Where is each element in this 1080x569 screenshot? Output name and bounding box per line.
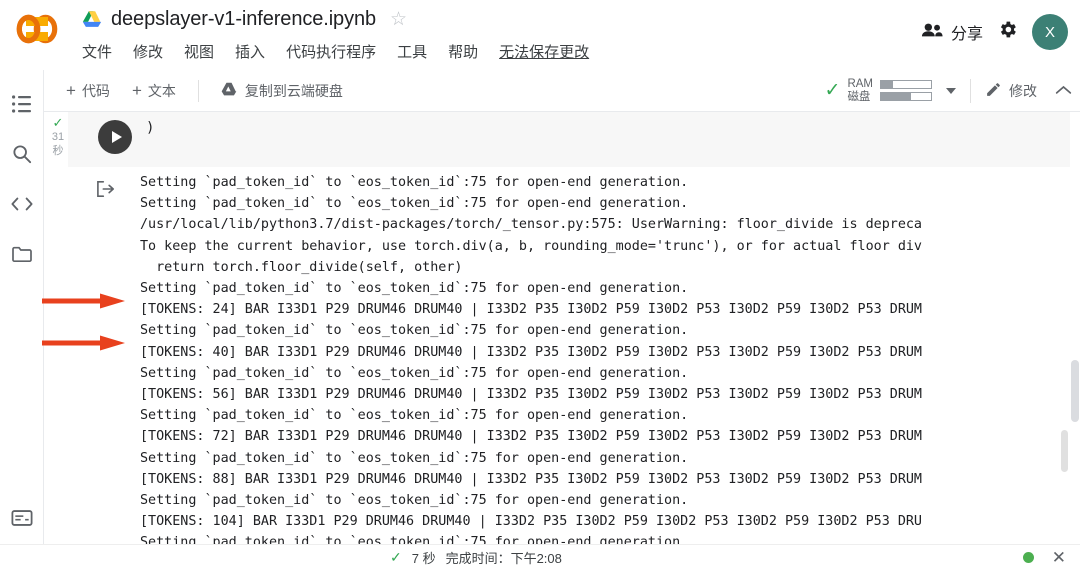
- cell-output: Setting `pad_token_id` to `eos_token_id`…: [68, 170, 1080, 549]
- play-icon: [111, 131, 122, 143]
- add-code-cell-button[interactable]: + 代码: [66, 81, 110, 101]
- chevron-up-icon[interactable]: [1055, 82, 1072, 99]
- left-sidebar: [0, 70, 44, 569]
- code-snippets-icon[interactable]: [10, 192, 34, 216]
- execution-summary: ✓ 7 秒 完成时间：下午2:08: [390, 548, 562, 567]
- status-completed-time: 完成时间：下午2:08: [445, 550, 562, 566]
- avatar-letter: X: [1044, 23, 1055, 41]
- status-elapsed: 7 秒: [411, 550, 436, 566]
- files-folder-icon[interactable]: [10, 242, 34, 266]
- menu-item-file[interactable]: 文件: [82, 41, 112, 62]
- header-actions: 分享 X: [921, 8, 1068, 56]
- output-line: Setting `pad_token_id` to `eos_token_id`…: [140, 196, 689, 212]
- output-line: [TOKENS: 88] BAR I33D1 P29 DRUM46 DRUM40…: [140, 471, 922, 487]
- output-line: [TOKENS: 72] BAR I33D1 P29 DRUM46 DRUM40…: [140, 429, 922, 445]
- output-stream-icon: [96, 180, 116, 198]
- toolbar-divider: [197, 79, 199, 102]
- close-icon[interactable]: ✕: [1052, 549, 1066, 566]
- document-title-row: deepslayer-v1-inference.ipynb ☆: [82, 4, 407, 34]
- output-line: [TOKENS: 104] BAR I33D1 P29 DRUM46 DRUM4…: [140, 514, 922, 530]
- output-line: [TOKENS: 56] BAR I33D1 P29 DRUM46 DRUM40…: [140, 387, 922, 403]
- copy-to-drive-button[interactable]: 复制到云端硬盘: [221, 81, 343, 101]
- menubar: 文件 修改 视图 插入 代码执行程序 工具 帮助 无法保存更改: [82, 38, 589, 64]
- notebook-scroll-area: ) Setting `pad_token_id` to `eos_token_i…: [44, 112, 1080, 549]
- output-line: Setting `pad_token_id` to `eos_token_id`…: [140, 450, 689, 466]
- run-cell-button[interactable]: [98, 120, 132, 154]
- output-scrollbar-thumb[interactable]: [1061, 430, 1068, 472]
- status-check-icon: ✓: [390, 548, 402, 565]
- code-cell[interactable]: ): [68, 112, 1080, 167]
- table-of-contents-icon[interactable]: [10, 92, 34, 116]
- output-line: [TOKENS: 40] BAR I33D1 P29 DRUM46 DRUM40…: [140, 344, 922, 360]
- disk-label: 磁盘: [847, 90, 871, 103]
- status-bar-right: ✕: [1022, 549, 1066, 566]
- ram-usage-fill: [881, 81, 893, 88]
- output-text: Setting `pad_token_id` to `eos_token_id`…: [140, 172, 1080, 549]
- drive-small-icon: [221, 82, 237, 99]
- plus-icon: +: [66, 81, 76, 100]
- cell-execution-status: ✓ 31 秒: [46, 116, 70, 158]
- menu-item-help[interactable]: 帮助: [448, 41, 478, 62]
- notebook-toolbar: + 代码 + 文本 复制到云端硬盘 ✓ RAM 磁盘 修改: [44, 70, 1080, 112]
- annotation-arrow-tokens-40: [42, 334, 126, 352]
- execution-time-unit: 秒: [52, 145, 64, 157]
- app-header: deepslayer-v1-inference.ipynb ☆ 文件 修改 视图…: [0, 0, 1080, 70]
- colab-logo[interactable]: [14, 12, 60, 46]
- gear-icon[interactable]: [997, 19, 1018, 45]
- resource-bars: [880, 80, 932, 101]
- status-bar: ✓ 7 秒 完成时间：下午2:08 ✕: [0, 544, 1080, 569]
- connected-check-icon: ✓: [824, 80, 841, 101]
- copy-to-drive-label: 复制到云端硬盘: [244, 82, 343, 99]
- pencil-icon: [985, 81, 1002, 101]
- code-cell-text[interactable]: ): [146, 120, 154, 136]
- share-label: 分享: [950, 26, 983, 43]
- add-code-cell-label: 代码: [81, 82, 110, 99]
- output-line: [TOKENS: 24] BAR I33D1 P29 DRUM46 DRUM40…: [140, 302, 922, 318]
- page-scrollbar-track[interactable]: [1070, 112, 1080, 549]
- output-line: Setting `pad_token_id` to `eos_token_id`…: [140, 281, 689, 297]
- terminal-icon[interactable]: [10, 506, 34, 530]
- share-button[interactable]: 分享: [921, 20, 983, 44]
- toolbar-right-group: ✓ RAM 磁盘 修改: [825, 78, 1080, 104]
- status-indicator-dot: [1022, 551, 1034, 563]
- search-icon[interactable]: [10, 142, 34, 166]
- chevron-down-icon[interactable]: [946, 87, 956, 94]
- output-line: return torch.floor_divide(self, other): [140, 259, 463, 275]
- menu-item-view[interactable]: 视图: [184, 41, 214, 62]
- output-line: Setting `pad_token_id` to `eos_token_id`…: [140, 365, 689, 381]
- output-line: /usr/local/lib/python3.7/dist-packages/t…: [140, 217, 922, 233]
- ram-label: RAM: [847, 77, 873, 90]
- edit-mode-button[interactable]: 修改: [985, 81, 1037, 101]
- plus-icon: +: [131, 81, 142, 100]
- save-status-note[interactable]: 无法保存更改: [499, 41, 589, 62]
- output-line: Setting `pad_token_id` to `eos_token_id`…: [140, 408, 689, 424]
- disk-usage-bar: [880, 92, 932, 101]
- page-scrollbar-thumb[interactable]: [1071, 360, 1079, 422]
- ram-usage-bar: [880, 80, 932, 89]
- google-drive-icon: [82, 10, 102, 28]
- resource-usage-indicator[interactable]: ✓ RAM 磁盘: [825, 78, 932, 104]
- menu-item-insert[interactable]: 插入: [235, 41, 265, 62]
- people-icon: [921, 22, 943, 43]
- colab-window: deepslayer-v1-inference.ipynb ☆ 文件 修改 视图…: [0, 0, 1080, 569]
- output-line: Setting `pad_token_id` to `eos_token_id`…: [140, 493, 689, 509]
- disk-usage-fill: [881, 93, 911, 100]
- success-check-icon: ✓: [52, 115, 64, 130]
- resource-labels: RAM 磁盘: [847, 78, 873, 104]
- execution-time-value: 31: [51, 131, 65, 143]
- menu-item-runtime[interactable]: 代码执行程序: [286, 41, 376, 62]
- output-line: Setting `pad_token_id` to `eos_token_id`…: [140, 175, 689, 190]
- menu-item-edit[interactable]: 修改: [133, 41, 163, 62]
- annotation-arrow-tokens-24: [42, 292, 126, 310]
- star-icon[interactable]: ☆: [390, 10, 407, 29]
- toolbar-divider-2: [970, 78, 971, 103]
- page-title[interactable]: deepslayer-v1-inference.ipynb: [111, 8, 376, 31]
- menu-item-tools[interactable]: 工具: [397, 41, 427, 62]
- output-line: Setting `pad_token_id` to `eos_token_id`…: [140, 323, 689, 339]
- add-text-cell-label: 文本: [147, 82, 176, 99]
- edit-mode-label: 修改: [1009, 82, 1037, 99]
- add-text-cell-button[interactable]: + 文本: [132, 81, 176, 101]
- output-line: To keep the current behavior, use torch.…: [140, 238, 922, 254]
- avatar[interactable]: X: [1032, 14, 1068, 50]
